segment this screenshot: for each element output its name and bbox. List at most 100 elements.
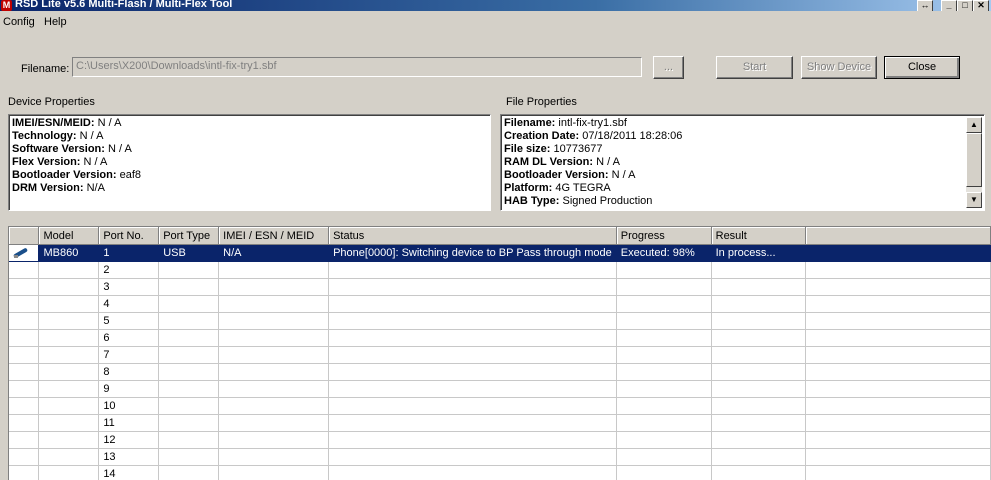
- filename-field[interactable]: C:\Users\X200\Downloads\intl-fix-try1.sb…: [72, 57, 642, 77]
- menu-help[interactable]: Help: [44, 16, 67, 28]
- close-button[interactable]: Close: [884, 56, 960, 79]
- cell-result: [711, 329, 807, 347]
- table-row[interactable]: 3: [9, 278, 991, 296]
- cell-spacer: [805, 312, 991, 330]
- cell-result: [711, 278, 807, 296]
- device-prop-value: N/A: [83, 182, 105, 194]
- usb-probe-icon: [13, 246, 29, 258]
- file-properties-title: File Properties: [506, 96, 577, 108]
- cell-spacer: [805, 278, 991, 296]
- table-row[interactable]: 12: [9, 431, 991, 449]
- table-row[interactable]: 4: [9, 295, 991, 313]
- table-row[interactable]: 14: [9, 465, 991, 480]
- table-row[interactable]: 6: [9, 329, 991, 347]
- close-icon[interactable]: ✕: [973, 0, 989, 11]
- cell-progress: [616, 346, 712, 364]
- row-icon-cell: [9, 414, 40, 432]
- column-header-spacer[interactable]: [805, 227, 991, 245]
- restore-icon[interactable]: ↔: [917, 0, 933, 11]
- table-row[interactable]: 11: [9, 414, 991, 432]
- cell-spacer: [805, 261, 991, 279]
- device-prop-key: Flex Version:: [12, 156, 81, 168]
- cell-status: [328, 448, 617, 466]
- cell-port-type: [158, 363, 220, 381]
- column-header-port-no[interactable]: Port No.: [98, 227, 160, 245]
- device-table[interactable]: Model Port No. Port Type IMEI / ESN / MEID S…: [8, 226, 991, 480]
- file-prop-key: Platform:: [504, 182, 553, 194]
- column-header-icon[interactable]: [9, 227, 40, 245]
- maximize-icon[interactable]: □: [957, 0, 973, 11]
- column-header-status[interactable]: Status: [328, 227, 617, 245]
- file-prop-key: RAM DL Version:: [504, 156, 594, 168]
- cell-status: [328, 380, 617, 398]
- device-prop-row: Software Version: N / A: [12, 143, 487, 156]
- scroll-up-icon[interactable]: ▲: [966, 117, 982, 133]
- minimize-icon[interactable]: _: [941, 0, 957, 11]
- window-title: RSD Lite v5.6 Multi-Flash / Multi-Flex T…: [15, 0, 233, 10]
- row-icon-cell: [9, 380, 40, 398]
- column-header-model[interactable]: Model: [38, 227, 100, 245]
- cell-progress: [616, 465, 712, 480]
- device-prop-row: Bootloader Version: eaf8: [12, 169, 487, 182]
- cell-port-no: 9: [98, 380, 160, 398]
- cell-imei: [218, 295, 330, 313]
- row-icon-cell: [9, 431, 40, 449]
- cell-model: MB860: [38, 244, 100, 262]
- table-row[interactable]: MB860 1 USB N/A Phone[0000]: Switching devic…: [9, 244, 991, 262]
- device-prop-key: DRM Version:: [12, 182, 84, 194]
- cell-status: [328, 312, 617, 330]
- show-device-button[interactable]: Show Device: [801, 56, 877, 79]
- cell-result: [711, 261, 807, 279]
- file-prop-value: 4G TEGRA: [552, 182, 611, 194]
- file-prop-row: File size: 10773677: [504, 143, 962, 156]
- scroll-thumb[interactable]: [966, 133, 982, 187]
- column-header-result[interactable]: Result: [711, 227, 807, 245]
- file-prop-key: Filename:: [504, 117, 556, 129]
- column-header-imei[interactable]: IMEI / ESN / MEID: [218, 227, 330, 245]
- table-row[interactable]: 13: [9, 448, 991, 466]
- table-row[interactable]: 5: [9, 312, 991, 330]
- row-icon-cell: [9, 295, 40, 313]
- file-prop-key: HAB Type:: [504, 195, 560, 207]
- cell-port-type: [158, 397, 220, 415]
- row-icon-cell: [9, 465, 40, 480]
- browse-button[interactable]: ...: [653, 56, 684, 79]
- cell-progress: [616, 380, 712, 398]
- filename-label: Filename:: [21, 63, 70, 75]
- cell-port-no: 5: [98, 312, 160, 330]
- table-row[interactable]: 9: [9, 380, 991, 398]
- column-header-progress[interactable]: Progress: [616, 227, 712, 245]
- cell-status: [328, 261, 617, 279]
- cell-imei: [218, 329, 330, 347]
- file-prop-row: Platform: 4G TEGRA: [504, 182, 962, 195]
- column-header-port-type[interactable]: Port Type: [158, 227, 220, 245]
- start-button[interactable]: Start: [716, 56, 793, 79]
- cell-status: [328, 414, 617, 432]
- cell-port-no: 12: [98, 431, 160, 449]
- row-icon-cell: [9, 448, 40, 466]
- menu-config[interactable]: Config: [3, 16, 35, 28]
- file-properties-scrollbar[interactable]: ▲ ▼: [966, 117, 982, 208]
- cell-model: [38, 397, 100, 415]
- table-row[interactable]: 2: [9, 261, 991, 279]
- title-bar[interactable]: M RSD Lite v5.6 Multi-Flash / Multi-Flex…: [0, 0, 991, 11]
- file-prop-row: Creation Date: 07/18/2011 18:28:06: [504, 130, 962, 143]
- device-prop-key: Bootloader Version:: [12, 169, 117, 181]
- scroll-down-icon[interactable]: ▼: [966, 192, 982, 208]
- cell-model: [38, 346, 100, 364]
- cell-port-type: [158, 278, 220, 296]
- cell-spacer: [805, 363, 991, 381]
- table-row[interactable]: 10: [9, 397, 991, 415]
- row-icon-cell: [9, 346, 40, 364]
- device-prop-row: DRM Version: N/A: [12, 182, 487, 195]
- file-prop-value: N / A: [593, 156, 620, 168]
- cell-model: [38, 295, 100, 313]
- file-prop-row: RAM DL Version: N / A: [504, 156, 962, 169]
- table-row[interactable]: 8: [9, 363, 991, 381]
- cell-port-type: [158, 329, 220, 347]
- cell-status: [328, 363, 617, 381]
- cell-model: [38, 312, 100, 330]
- table-row[interactable]: 7: [9, 346, 991, 364]
- cell-port-no: 13: [98, 448, 160, 466]
- cell-port-no: 2: [98, 261, 160, 279]
